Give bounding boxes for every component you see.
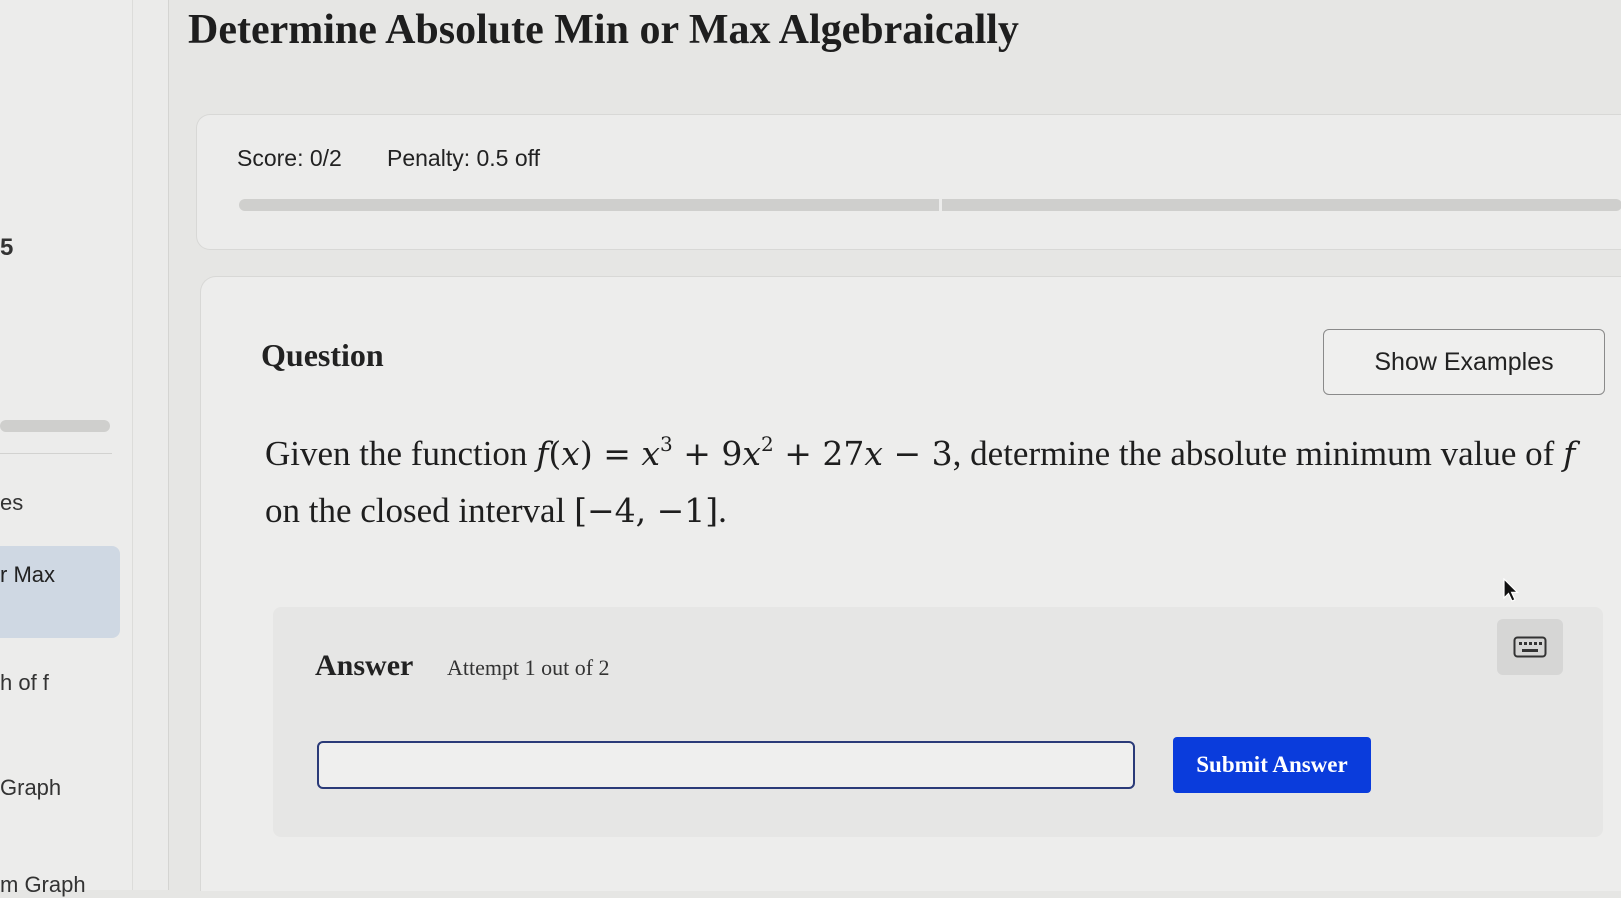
question-mid-2: on the closed interval bbox=[265, 491, 566, 530]
penalty-label: Penalty: 0.5 off bbox=[387, 145, 541, 171]
question-end: . bbox=[718, 491, 727, 530]
answer-input[interactable] bbox=[317, 741, 1135, 789]
page-title: Determine Absolute Min or Max Algebraica… bbox=[188, 7, 1019, 53]
sidebar-item-active[interactable]: r Max bbox=[0, 546, 120, 638]
question-mid: , determine the absolute minimum value o… bbox=[952, 434, 1555, 473]
sidebar-item-active-label: r Max bbox=[0, 562, 55, 587]
score-progress-bar bbox=[239, 199, 1621, 211]
interval: [−4, −1] bbox=[574, 491, 719, 530]
sidebar-divider bbox=[0, 453, 112, 454]
sidebar-number: 5 bbox=[0, 234, 14, 261]
answer-heading: Answer bbox=[315, 649, 414, 682]
submit-answer-button[interactable]: Submit Answer bbox=[1173, 737, 1371, 793]
keyboard-button[interactable] bbox=[1497, 619, 1563, 675]
question-card: Question Show Examples Given the functio… bbox=[200, 276, 1621, 891]
sidebar-column bbox=[0, 0, 133, 890]
sidebar-item-1[interactable]: es bbox=[0, 490, 23, 516]
progress-segment-divider bbox=[939, 199, 942, 211]
function-expression: f(x) = x3 + 9x2 + 27x − 3 bbox=[536, 432, 953, 473]
score-label: Score: 0/2 bbox=[237, 145, 342, 171]
function-name-inline: f bbox=[1563, 434, 1576, 473]
sidebar: 5 es r Max h of f Graph m Graph bbox=[0, 0, 169, 897]
question-intro: Given the function bbox=[265, 434, 528, 473]
sidebar-progress-bar bbox=[0, 420, 110, 432]
score-card: Score: 0/2 Penalty: 0.5 off bbox=[196, 114, 1621, 250]
question-text: Given the function f(x) = x3 + 9x2 + 27x… bbox=[265, 425, 1595, 539]
attempt-counter: Attempt 1 out of 2 bbox=[447, 655, 610, 680]
answer-area: Answer Attempt 1 out of 2 Submit Answer bbox=[273, 607, 1603, 837]
keyboard-icon bbox=[1513, 636, 1547, 658]
question-heading: Question bbox=[261, 337, 384, 373]
sidebar-item-3[interactable]: h of f bbox=[0, 670, 49, 696]
show-examples-button[interactable]: Show Examples bbox=[1323, 329, 1605, 395]
sidebar-item-5[interactable]: m Graph bbox=[0, 872, 86, 898]
sidebar-item-4[interactable]: Graph bbox=[0, 775, 61, 801]
